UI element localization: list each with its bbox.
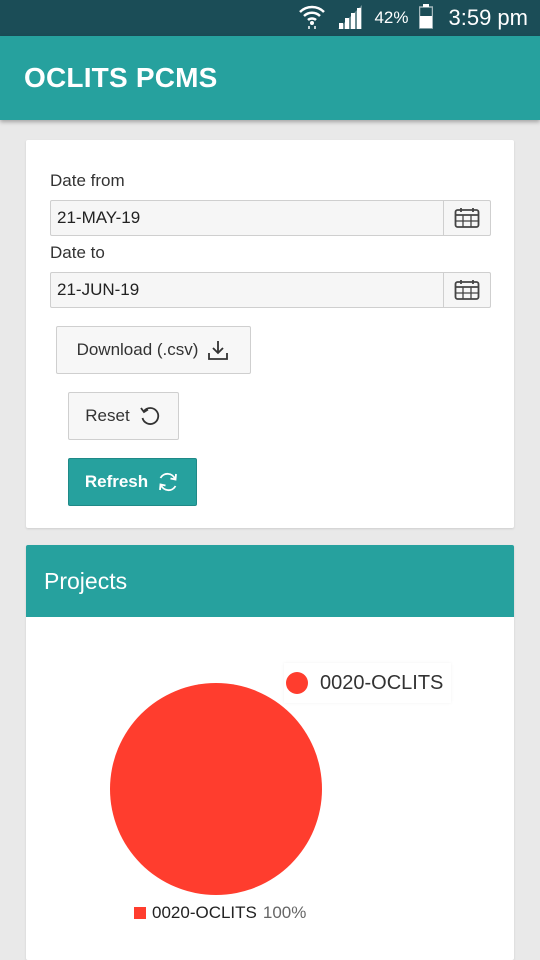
- projects-card: Projects 0020-OCLITS 0020-OCLITS 100%: [26, 545, 514, 960]
- calendar-icon: [454, 280, 480, 300]
- status-clock: 3:59 pm: [448, 5, 529, 30]
- calendar-icon: [454, 208, 480, 228]
- download-button-label: Download (.csv): [76, 340, 199, 359]
- refresh-button-label: Refresh: [84, 472, 149, 491]
- status-icons: 42% 3:59 pm: [298, 0, 528, 36]
- app-bar: OCLITS PCMS: [0, 36, 540, 120]
- date-from-calendar-button[interactable]: [443, 200, 491, 236]
- projects-title: Projects: [44, 568, 128, 594]
- reset-button-label: Reset: [85, 406, 130, 425]
- date-to-label: Date to: [50, 243, 105, 262]
- wifi-icon: [298, 3, 326, 34]
- battery-percent: 42%: [374, 8, 409, 27]
- refresh-icon: [159, 472, 178, 492]
- pie-chart: [106, 679, 326, 904]
- app-title: OCLITS PCMS: [24, 62, 218, 93]
- date-to-calendar-button[interactable]: [443, 272, 491, 308]
- reset-button[interactable]: Reset: [68, 392, 179, 440]
- signal-icon: [336, 3, 364, 34]
- download-csv-button[interactable]: Download (.csv): [56, 326, 251, 374]
- legend-square: [134, 907, 146, 919]
- chart-legend-bottom: 0020-OCLITS 100%: [124, 895, 317, 931]
- refresh-button[interactable]: Refresh: [68, 458, 197, 506]
- pie-svg: [110, 683, 322, 895]
- projects-header: Projects: [26, 545, 514, 617]
- legend-top-label: 0020-OCLITS: [320, 671, 444, 694]
- date-to-input[interactable]: 21-JUN-19: [50, 272, 444, 308]
- reset-icon: [139, 407, 159, 425]
- legend-bottom-percent: 100%: [262, 903, 307, 922]
- filter-card: Date from 21-MAY-19 Date to 21-JUN-19 Do…: [26, 140, 514, 528]
- legend-bottom-label: 0020-OCLITS: [152, 903, 257, 922]
- status-bar: 42% 3:59 pm: [0, 0, 540, 36]
- download-icon: [208, 341, 229, 360]
- battery-icon: [418, 3, 433, 34]
- date-from-input[interactable]: 21-MAY-19: [50, 200, 444, 236]
- date-from-label: Date from: [50, 171, 125, 190]
- pie-slice-0020-OCLITS[interactable]: [110, 683, 322, 895]
